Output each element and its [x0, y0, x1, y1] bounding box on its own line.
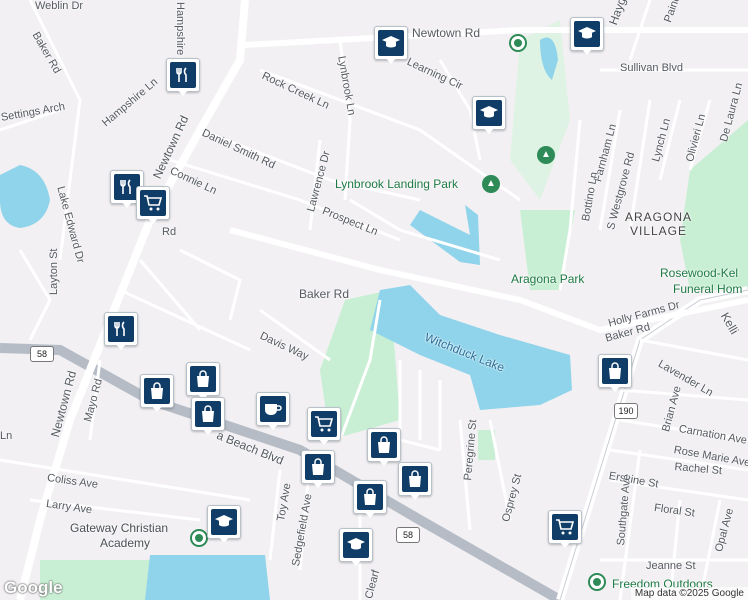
- cafe-marker[interactable]: [256, 392, 290, 432]
- grocery-marker[interactable]: [307, 407, 341, 447]
- graduation-cap-icon: [578, 27, 596, 39]
- school-marker[interactable]: [374, 26, 408, 66]
- street-label: Layton St: [48, 248, 60, 295]
- shopping-marker[interactable]: [598, 354, 632, 394]
- route-shield: 58: [396, 527, 420, 543]
- shopping-cart-icon: [144, 195, 163, 211]
- street-label: Jeanne St: [646, 560, 696, 572]
- neighborhood-label: ARAGONA VILLAGE: [625, 210, 692, 238]
- shopping-cart-icon: [556, 519, 575, 535]
- poi-label: Funeral Hom: [673, 282, 743, 296]
- route-shield: 58: [30, 346, 54, 362]
- shopping-bag-icon: [609, 362, 621, 379]
- shopping-bag-icon: [202, 405, 214, 422]
- school-marker[interactable]: [339, 528, 373, 568]
- school-pin-icon[interactable]: [190, 529, 208, 547]
- store-pin-icon[interactable]: [588, 573, 606, 591]
- fork-knife-icon: [176, 67, 187, 82]
- shopping-marker[interactable]: [367, 428, 401, 468]
- graduation-cap-icon: [480, 106, 498, 118]
- tree-icon[interactable]: ▲: [537, 146, 555, 164]
- neighborhood-label-line: VILLAGE: [629, 224, 688, 238]
- school-marker[interactable]: [472, 96, 506, 136]
- shopping-marker[interactable]: [191, 397, 225, 437]
- street-label: Baker Rd: [299, 287, 350, 301]
- park-pin-icon[interactable]: [509, 34, 527, 52]
- main-road: [244, 27, 748, 48]
- shopping-bag-icon: [312, 458, 324, 475]
- poi-label: Academy: [100, 536, 151, 550]
- google-logo: Google: [4, 578, 63, 597]
- graduation-cap-icon: [382, 36, 400, 48]
- poi-label: Rosewood-Kel: [660, 266, 739, 280]
- street-label: Rd: [162, 226, 177, 238]
- highway-road: [559, 289, 748, 600]
- coffee-cup-icon: [265, 404, 282, 415]
- park-label: Aragona Park: [511, 272, 585, 286]
- shopping-bag-icon: [364, 488, 376, 505]
- shopping-marker[interactable]: [140, 374, 174, 414]
- shopping-marker[interactable]: [398, 462, 432, 502]
- restaurant-marker[interactable]: [166, 58, 200, 98]
- school-marker[interactable]: [570, 17, 604, 57]
- shopping-bag-icon: [151, 382, 163, 399]
- shopping-marker[interactable]: [301, 450, 335, 490]
- route-shield: 190: [614, 403, 638, 419]
- lake-shape: [145, 555, 270, 600]
- shopping-marker[interactable]: [353, 480, 387, 520]
- street-label: Newtown Rd: [412, 26, 481, 40]
- grocery-marker[interactable]: [136, 186, 170, 226]
- neighborhood-label-line: ARAGONA: [625, 210, 693, 224]
- graduation-cap-icon: [215, 515, 233, 527]
- shopping-cart-icon: [315, 416, 334, 432]
- tree-icon[interactable]: ▲: [482, 175, 500, 193]
- shopping-bag-icon: [409, 470, 421, 487]
- fork-knife-icon: [114, 321, 125, 336]
- map-canvas[interactable]: Weblin Dr Hampshire Ln Baker Rd Newtown …: [0, 0, 748, 600]
- shopping-bag-icon: [378, 436, 390, 453]
- street-label: Sullivan Blvd: [620, 62, 683, 74]
- graduation-cap-icon: [347, 538, 365, 550]
- map-attribution[interactable]: Map data ©2025 Google: [630, 587, 748, 600]
- shopping-marker[interactable]: [186, 362, 220, 402]
- lake-shape: [0, 165, 50, 228]
- main-road: [229, 227, 748, 334]
- street-label: Weblin Dr: [35, 0, 84, 12]
- highway-road: [556, 286, 748, 600]
- poi-label: Gateway Christian: [70, 521, 169, 535]
- shopping-bag-icon: [197, 370, 209, 387]
- restaurant-marker[interactable]: [104, 312, 138, 352]
- street-label: Ln: [0, 430, 13, 442]
- fork-knife-icon: [120, 179, 131, 194]
- grocery-marker[interactable]: [548, 510, 582, 550]
- school-marker[interactable]: [207, 505, 241, 545]
- park-label: Lynbrook Landing Park: [335, 177, 458, 191]
